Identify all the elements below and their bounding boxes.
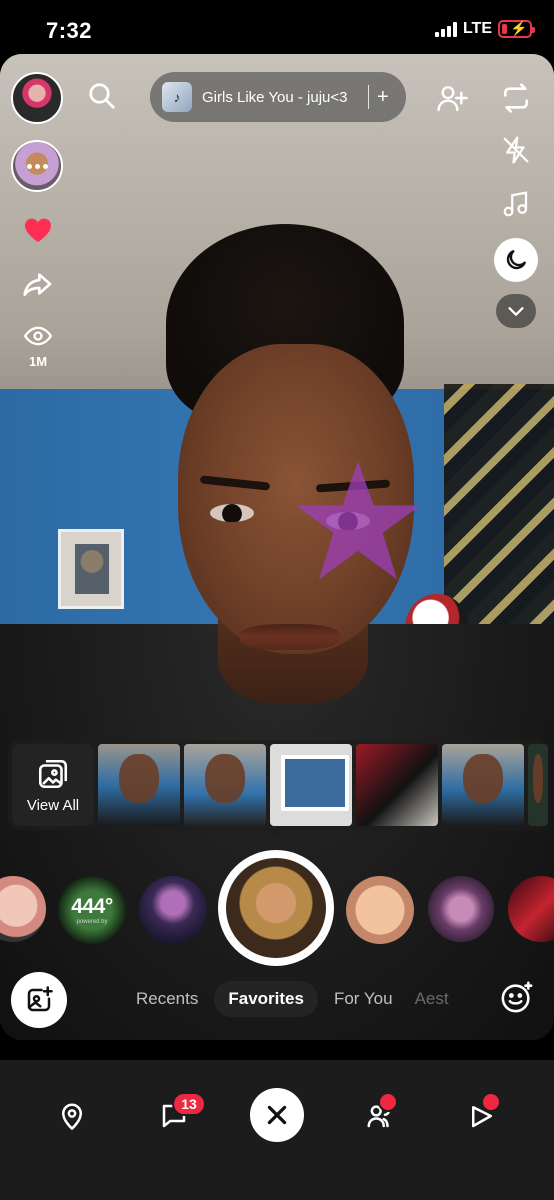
chevron-down-icon (508, 307, 524, 316)
lens-item[interactable] (139, 876, 207, 944)
search-icon (89, 83, 115, 109)
friend-avatar-button[interactable] (11, 140, 63, 192)
chat-unread-badge: 13 (172, 1092, 206, 1116)
battery-icon: ⚡ (498, 20, 535, 38)
add-friend-button[interactable] (432, 78, 472, 118)
lens-preview-strip: View All (8, 740, 548, 830)
close-icon (267, 1105, 287, 1125)
share-button[interactable] (20, 266, 56, 302)
lens-preview-thumbnail[interactable] (98, 744, 180, 826)
tab-favorites[interactable]: Favorites (214, 981, 318, 1017)
music-note-icon: ♪ (162, 82, 192, 112)
signal-icon (434, 21, 457, 37)
night-mode-button[interactable] (494, 238, 538, 282)
flash-off-icon (503, 136, 529, 164)
lens-preview-thumbnail[interactable] (356, 744, 438, 826)
map-pin-icon (61, 1103, 83, 1131)
flash-button[interactable] (496, 130, 536, 170)
share-arrow-icon (23, 273, 52, 296)
bottom-nav: 13 (0, 1060, 554, 1200)
moon-icon (506, 250, 526, 270)
status-bar: 7:32 LTE ⚡ (0, 0, 554, 54)
more-dots-icon (13, 142, 61, 190)
subject-eye-left (210, 504, 254, 522)
subject-mouth (240, 624, 340, 650)
add-friend-icon (437, 86, 468, 112)
eye-icon (23, 326, 53, 346)
flip-camera-button[interactable] (496, 78, 536, 118)
star-sticker (295, 461, 421, 580)
status-indicators: LTE ⚡ (434, 20, 535, 38)
close-lens-button[interactable] (250, 1088, 304, 1142)
music-selector[interactable]: ♪ Girls Like You - juju<3 + (150, 72, 406, 122)
smiley-sparkle-icon (501, 981, 533, 1013)
heart-icon (25, 218, 51, 242)
search-button[interactable] (86, 80, 118, 112)
profile-avatar[interactable] (11, 72, 63, 124)
spotlight-notification-dot (481, 1092, 501, 1112)
tab-recents[interactable]: Recents (130, 981, 204, 1017)
create-lens-button[interactable] (11, 972, 67, 1028)
lens-preview-thumbnail[interactable] (184, 744, 266, 826)
background-poster (58, 529, 124, 609)
add-photo-icon (27, 986, 53, 1012)
music-icon (503, 191, 528, 217)
lens-category-tabs: Recents Favorites For You Aest (130, 980, 490, 1018)
capture-button-active-lens[interactable] (218, 850, 334, 966)
gallery-icon (38, 759, 68, 788)
map-button[interactable] (52, 1096, 92, 1136)
music-title: Girls Like You - juju<3 (202, 88, 348, 106)
music-add-button[interactable]: + (377, 87, 389, 107)
network-label: LTE (462, 20, 492, 37)
lens-item-444[interactable]: 444° powered by (58, 876, 126, 944)
status-time: 7:32 (46, 18, 93, 43)
stories-notification-dot (378, 1092, 398, 1112)
lens-preview-thumbnail[interactable] (528, 744, 548, 826)
lens-item[interactable] (428, 876, 494, 942)
face-lens-button[interactable] (498, 978, 536, 1016)
lens-item-label: 444° (71, 895, 113, 918)
view-all-button[interactable]: View All (12, 744, 94, 826)
music-button[interactable] (496, 184, 536, 224)
music-divider (368, 85, 369, 109)
tab-aesthetic[interactable]: Aest (409, 981, 455, 1017)
tab-for-you[interactable]: For You (328, 981, 399, 1017)
more-tools-button[interactable] (496, 294, 536, 328)
views-button[interactable] (20, 320, 56, 352)
lens-preview-thumbnail[interactable] (270, 744, 352, 826)
view-all-label: View All (26, 796, 80, 814)
lens-preview-thumbnail[interactable] (442, 744, 524, 826)
lens-item[interactable] (346, 876, 414, 944)
views-count: 1M (28, 354, 48, 369)
flip-camera-icon (504, 83, 528, 113)
like-button[interactable] (20, 212, 56, 248)
lens-item-sublabel: powered by (76, 919, 108, 925)
strip-pointer (268, 828, 286, 837)
